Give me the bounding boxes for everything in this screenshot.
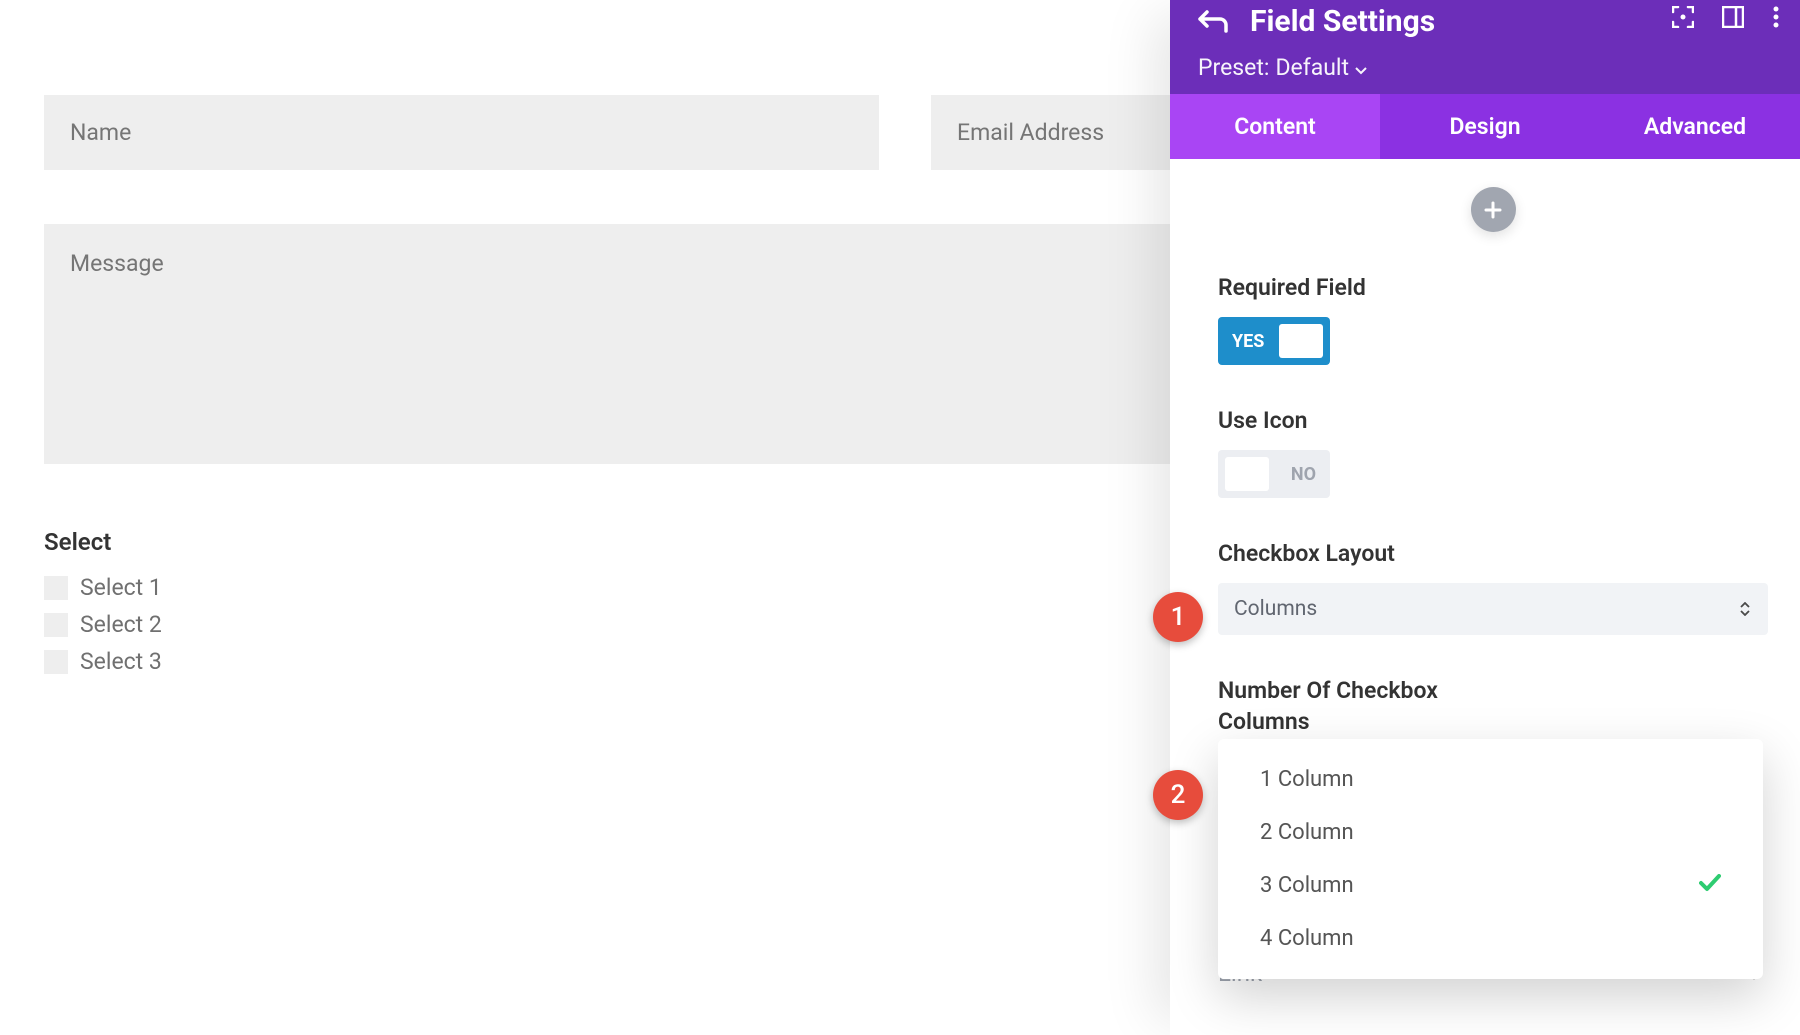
toggle-knob bbox=[1225, 457, 1269, 491]
dropdown-item-label: 4 Column bbox=[1260, 926, 1354, 951]
panel-tabs: Content Design Advanced bbox=[1170, 94, 1800, 159]
add-button[interactable] bbox=[1471, 187, 1516, 232]
annotation-badge-1: 1 bbox=[1153, 592, 1203, 642]
checkbox-box-icon[interactable] bbox=[44, 613, 68, 637]
dropdown-item-1-column[interactable]: 1 Column bbox=[1218, 753, 1763, 806]
select-heading: Select bbox=[44, 528, 1170, 556]
preset-row[interactable]: Preset: Default bbox=[1198, 54, 1772, 81]
checkbox-label: Select 3 bbox=[80, 648, 162, 675]
form-preview: Select Select 1 Select 2 Select 3 bbox=[0, 0, 1170, 685]
check-icon bbox=[1699, 873, 1721, 898]
settings-panel: Field Settings bbox=[1170, 0, 1800, 1035]
num-columns-label: Number Of Checkbox Columns bbox=[1218, 675, 1478, 737]
dropdown-item-4-column[interactable]: 4 Column bbox=[1218, 912, 1763, 965]
snap-icon[interactable] bbox=[1722, 6, 1744, 28]
annotation-badge-2: 2 bbox=[1153, 770, 1203, 820]
checkbox-label: Select 2 bbox=[80, 611, 162, 638]
select-value: Columns bbox=[1234, 597, 1317, 621]
checkbox-item[interactable]: Select 1 bbox=[44, 574, 1170, 601]
preset-label: Preset: bbox=[1198, 54, 1269, 81]
use-icon-label: Use Icon bbox=[1218, 407, 1768, 434]
checkbox-box-icon[interactable] bbox=[44, 650, 68, 674]
checkbox-item[interactable]: Select 3 bbox=[44, 648, 1170, 675]
dropdown-item-label: 3 Column bbox=[1260, 873, 1354, 898]
checkbox-layout-label: Checkbox Layout bbox=[1218, 540, 1768, 567]
num-columns-dropdown: 1 Column 2 Column 3 Column 4 Column bbox=[1218, 739, 1763, 979]
panel-title: Field Settings bbox=[1250, 4, 1435, 39]
tab-advanced[interactable]: Advanced bbox=[1590, 94, 1800, 159]
checkbox-label: Select 1 bbox=[80, 574, 162, 601]
toggle-yes-label: YES bbox=[1232, 331, 1264, 352]
form-row-1 bbox=[44, 95, 1170, 170]
tab-content[interactable]: Content bbox=[1170, 94, 1380, 159]
fullscreen-icon[interactable] bbox=[1672, 6, 1694, 28]
more-icon[interactable] bbox=[1772, 6, 1780, 28]
add-item-row bbox=[1218, 187, 1768, 232]
dropdown-item-2-column[interactable]: 2 Column bbox=[1218, 806, 1763, 859]
checkbox-layout-select[interactable]: Columns bbox=[1218, 583, 1768, 635]
caret-down-icon bbox=[1355, 54, 1367, 81]
checkbox-item[interactable]: Select 2 bbox=[44, 611, 1170, 638]
dropdown-item-label: 1 Column bbox=[1260, 767, 1354, 792]
tab-design[interactable]: Design bbox=[1380, 94, 1590, 159]
back-arrow-icon[interactable] bbox=[1198, 9, 1228, 33]
checkbox-list: Select 1 Select 2 Select 3 bbox=[44, 574, 1170, 675]
panel-body: Required Field YES Use Icon NO Checkbox … bbox=[1170, 159, 1800, 737]
name-field[interactable] bbox=[44, 95, 879, 170]
panel-header: Field Settings bbox=[1170, 0, 1800, 94]
preset-value: Default bbox=[1275, 54, 1349, 81]
required-field-toggle[interactable]: YES bbox=[1218, 317, 1330, 365]
select-caret-icon bbox=[1740, 602, 1750, 616]
use-icon-toggle[interactable]: NO bbox=[1218, 450, 1330, 498]
toggle-knob bbox=[1279, 324, 1323, 358]
toggle-no-label: NO bbox=[1291, 464, 1316, 485]
dropdown-item-3-column[interactable]: 3 Column bbox=[1218, 859, 1763, 912]
plus-icon bbox=[1483, 200, 1503, 220]
panel-header-icons bbox=[1672, 6, 1780, 28]
required-field-label: Required Field bbox=[1218, 274, 1768, 301]
checkbox-box-icon[interactable] bbox=[44, 576, 68, 600]
dropdown-item-label: 2 Column bbox=[1260, 820, 1354, 845]
